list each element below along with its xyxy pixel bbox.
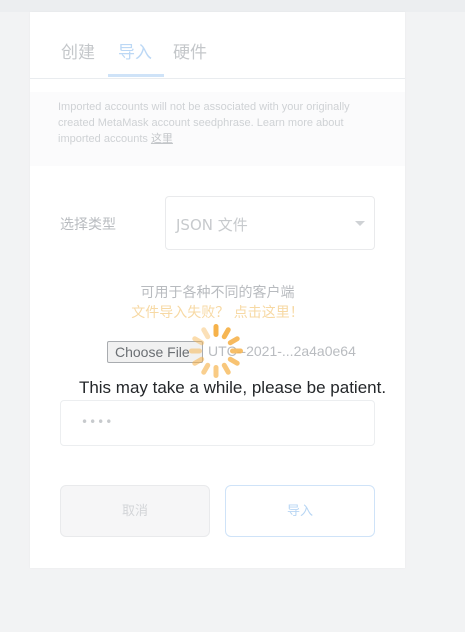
spinner-spoke (221, 362, 231, 375)
import-type-select[interactable]: JSON 文件 (165, 196, 375, 250)
json-help-text: 可用于各种不同的客户端 (140, 285, 295, 301)
spinner-spoke (227, 356, 240, 366)
spinner-spoke (192, 356, 205, 366)
learn-more-link[interactable]: 这里 (151, 133, 173, 145)
import-type-value: JSON 文件 (176, 216, 248, 234)
caret-down-icon (355, 221, 365, 226)
notice-text: Imported accounts will not be associated… (58, 101, 350, 145)
import-account-card: 创建 导入 硬件 Imported accounts will not be a… (30, 12, 405, 568)
tab-import[interactable]: 导入 (118, 38, 152, 63)
spinner-spoke (201, 362, 211, 375)
top-bar (0, 0, 465, 12)
import-notice: Imported accounts will not be associated… (30, 92, 405, 166)
spinner-spoke (227, 336, 240, 346)
active-tab-indicator (108, 74, 164, 77)
spinner-spoke (192, 336, 205, 346)
spinner-spoke (213, 324, 219, 337)
tab-hardware[interactable]: 硬件 (173, 38, 207, 63)
loading-message: This may take a while, please be patient… (78, 378, 387, 397)
spinner-spoke (201, 327, 211, 340)
import-button[interactable]: 导入 (225, 485, 375, 537)
tab-create[interactable]: 创建 (61, 38, 95, 63)
spinner-spoke (230, 348, 243, 354)
password-value: •••• (81, 415, 114, 429)
spinner-spoke (213, 365, 219, 378)
loading-spinner-icon (189, 324, 243, 378)
password-input[interactable]: •••• (60, 400, 375, 446)
import-failed-link[interactable]: 文件导入失败？ 点击这里！ (30, 302, 405, 322)
spinner-spoke (189, 348, 202, 354)
cancel-button[interactable]: 取消 (60, 485, 210, 537)
spinner-spoke (221, 327, 231, 340)
select-type-label: 选择类型 (60, 217, 116, 233)
tab-bar: 创建 导入 硬件 (30, 12, 405, 79)
